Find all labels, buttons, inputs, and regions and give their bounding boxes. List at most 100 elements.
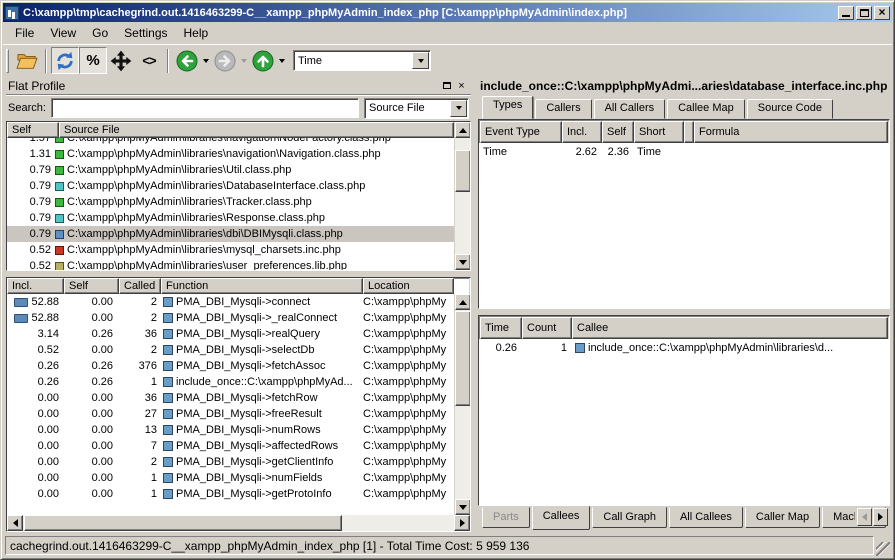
resize-grip[interactable] [876, 542, 890, 556]
column-header-self[interactable]: Self [602, 121, 634, 143]
tab[interactable]: Parts [482, 507, 530, 528]
scrollbar-thumb[interactable] [455, 150, 471, 192]
up-button[interactable] [249, 47, 277, 74]
kcachegrind-window: C:\xampp\tmp\cachegrind.out.1416463299-C… [0, 0, 895, 560]
title-bar[interactable]: C:\xampp\tmp\cachegrind.out.1416463299-C… [3, 3, 892, 22]
scrollbar-thumb[interactable] [24, 515, 342, 531]
tab[interactable]: Callees [532, 506, 591, 530]
source-file-row[interactable]: 0.52 C:\xampp\phpMyAdmin\libraries\mysql… [7, 242, 454, 258]
open-folder-icon [16, 51, 38, 71]
tab[interactable]: Callers [535, 99, 591, 119]
tab[interactable]: Types [482, 96, 533, 119]
close-button[interactable]: × [874, 6, 890, 20]
menu-item[interactable]: Settings [116, 24, 175, 42]
forward-dropdown-button[interactable] [239, 47, 249, 74]
dock-close-button[interactable]: × [454, 79, 469, 93]
callee-row[interactable]: 0.26 1 include_once::C:\xampp\phpMyAdmin… [479, 339, 889, 357]
column-header-incl[interactable]: Incl. [7, 278, 64, 294]
column-header-event-type[interactable]: Event Type [480, 121, 562, 143]
vertical-scrollbar[interactable] [454, 122, 470, 270]
function-row[interactable]: 0.00 0.00 27 PMA_DBI_Mysqli->freeResult … [7, 406, 454, 422]
combo-dropdown-button[interactable] [412, 52, 429, 69]
scroll-down-button[interactable] [455, 254, 471, 270]
function-name-cell: PMA_DBI_Mysqli->fetchAssoc [161, 360, 363, 372]
scroll-down-button[interactable] [455, 499, 471, 515]
cycle-detection-button[interactable] [51, 47, 79, 74]
minimize-button[interactable] [838, 6, 854, 20]
function-row[interactable]: 0.52 0.00 2 PMA_DBI_Mysqli->selectDb C:\… [7, 342, 454, 358]
vertical-scrollbar[interactable] [454, 294, 470, 515]
function-row[interactable]: 0.00 0.00 1 PMA_DBI_Mysqli->getProtoInfo… [7, 486, 454, 502]
expand-button[interactable]: <> [135, 47, 163, 74]
column-header-called[interactable]: Called [119, 278, 161, 294]
column-header-short[interactable]: Short [634, 121, 684, 143]
tab-scroll-right-button[interactable] [873, 508, 888, 526]
grouping-combo[interactable]: Source File [364, 98, 469, 119]
function-row[interactable]: 0.00 0.00 7 PMA_DBI_Mysqli->affectedRows… [7, 438, 454, 454]
dock-float-button[interactable] [439, 79, 454, 93]
source-file-row[interactable]: 0.52 C:\xampp\phpMyAdmin\libraries\user_… [7, 258, 454, 270]
dock-title-bar[interactable]: Flat Profile × [6, 77, 471, 95]
function-row[interactable]: 0.00 0.00 2 PMA_DBI_Mysqli->getClientInf… [7, 454, 454, 470]
source-file-row[interactable]: 1.31 C:\xampp\phpMyAdmin\libraries\navig… [7, 146, 454, 162]
tab[interactable]: Callee Map [667, 99, 745, 119]
event-type-row[interactable]: Time 2.62 2.36 Time [479, 143, 889, 161]
column-header-self[interactable]: Self [64, 278, 119, 294]
percent-toggle-button[interactable]: % [79, 47, 107, 74]
function-row[interactable]: 3.14 0.26 36 PMA_DBI_Mysqli->realQuery C… [7, 326, 454, 342]
source-file-row[interactable]: 0.79 C:\xampp\phpMyAdmin\libraries\Track… [7, 194, 454, 210]
menu-item[interactable]: Go [84, 24, 116, 42]
tab-scroll-left-button[interactable] [857, 508, 872, 526]
menu-item[interactable]: File [7, 24, 42, 42]
source-file-row[interactable]: 0.79 C:\xampp\phpMyAdmin\libraries\dbi\D… [7, 226, 454, 242]
source-file-row[interactable]: 0.79 C:\xampp\phpMyAdmin\libraries\Util.… [7, 162, 454, 178]
column-header-function[interactable]: Function [161, 278, 363, 294]
menu-item[interactable]: Help [176, 24, 217, 42]
column-header-source-file[interactable]: Source File [59, 122, 454, 138]
event-type-combo[interactable]: Time [293, 50, 431, 71]
scroll-left-button[interactable] [7, 515, 23, 531]
up-dropdown-button[interactable] [277, 47, 287, 74]
menu-item[interactable]: View [42, 24, 84, 42]
column-header-blank[interactable] [684, 121, 694, 143]
column-header-self[interactable]: Self [7, 122, 59, 138]
function-row[interactable]: 0.00 0.00 36 PMA_DBI_Mysqli->fetchRow C:… [7, 390, 454, 406]
function-row[interactable]: 0.00 0.00 1 PMA_DBI_Mysqli->numFields C:… [7, 470, 454, 486]
back-dropdown-button[interactable] [201, 47, 211, 74]
horizontal-scrollbar[interactable] [7, 515, 470, 531]
main-area: Flat Profile × Search: Source File Self … [3, 76, 892, 533]
column-header-location[interactable]: Location [363, 278, 454, 294]
scroll-up-button[interactable] [455, 122, 471, 138]
column-header-incl[interactable]: Incl. [562, 121, 602, 143]
function-row[interactable]: 52.88 0.00 2 PMA_DBI_Mysqli->_realConnec… [7, 310, 454, 326]
source-file-row[interactable]: 1.57 C:\xampp\phpMyAdmin\libraries\navig… [7, 138, 454, 146]
tab[interactable]: All Callees [669, 507, 743, 528]
called-count-value: 36 [119, 392, 161, 404]
tab[interactable]: All Callers [594, 99, 666, 119]
function-row[interactable]: 52.88 0.00 2 PMA_DBI_Mysqli->connect C:\… [7, 294, 454, 310]
combo-dropdown-button[interactable] [450, 100, 467, 117]
maximize-button[interactable] [856, 6, 872, 20]
scroll-right-button[interactable] [454, 515, 470, 531]
tab[interactable]: Call Graph [592, 507, 667, 528]
source-file-row[interactable]: 0.79 C:\xampp\phpMyAdmin\libraries\Respo… [7, 210, 454, 226]
function-row[interactable]: 0.26 0.26 1 include_once::C:\xampp\phpMy… [7, 374, 454, 390]
source-file-row[interactable]: 0.79 C:\xampp\phpMyAdmin\libraries\Datab… [7, 178, 454, 194]
search-input[interactable] [51, 98, 359, 118]
scroll-up-button[interactable] [455, 294, 471, 310]
scrollbar-thumb[interactable] [455, 311, 471, 406]
back-button[interactable] [173, 47, 201, 74]
open-file-button[interactable] [13, 47, 41, 74]
function-row[interactable]: 0.00 0.00 13 PMA_DBI_Mysqli->numRows C:\… [7, 422, 454, 438]
column-header-callee[interactable]: Callee [572, 317, 888, 339]
toolbar-handle[interactable] [6, 49, 9, 73]
column-header-count[interactable]: Count [522, 317, 572, 339]
column-header-time[interactable]: Time [480, 317, 522, 339]
move-button[interactable] [107, 47, 135, 74]
source-file-path: C:\xampp\phpMyAdmin\libraries\navigation… [67, 138, 391, 144]
tab[interactable]: Source Code [747, 99, 833, 119]
tab[interactable]: Caller Map [745, 507, 820, 528]
forward-button[interactable] [211, 47, 239, 74]
function-row[interactable]: 0.26 0.26 376 PMA_DBI_Mysqli->fetchAssoc… [7, 358, 454, 374]
column-header-formula[interactable]: Formula [694, 121, 888, 143]
